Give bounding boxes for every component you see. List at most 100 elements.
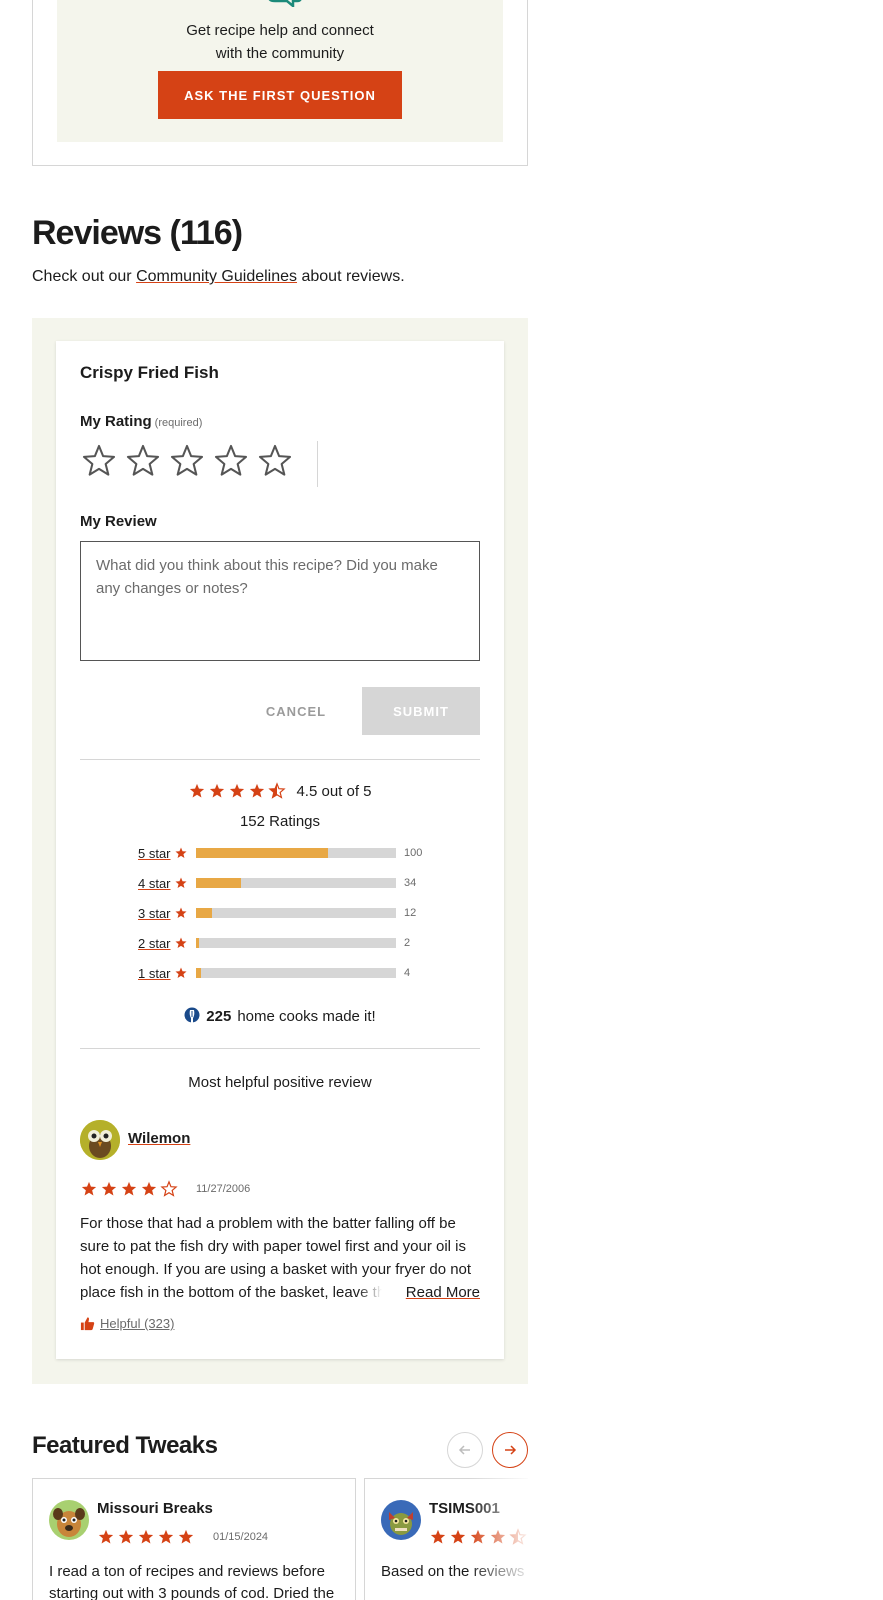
featured-tweaks-title: Featured Tweaks <box>32 1432 218 1459</box>
rating-bar-label[interactable]: 1 star <box>138 966 171 981</box>
star-filled-icon <box>101 1181 117 1196</box>
rating-bar-fill <box>196 878 241 888</box>
star-outline-icon[interactable] <box>124 441 162 481</box>
tweaks-carousel: Missouri Breaks 01/15/2024 I read a ton … <box>32 1478 528 1600</box>
star-outline-icon[interactable] <box>212 441 250 481</box>
star-outline-icon[interactable] <box>80 441 118 481</box>
divider <box>80 1048 480 1049</box>
read-more-link[interactable]: Read More <box>382 1281 480 1304</box>
review-card: Crispy Fried Fish My Rating (required) My… <box>56 341 504 1359</box>
star-filled-icon <box>121 1181 137 1196</box>
star-filled-icon <box>118 1529 134 1544</box>
rating-bar-fill <box>196 968 202 978</box>
tweak-text: I read a ton of recipes and reviews befo… <box>49 1563 335 1600</box>
qa-prompt: Get recipe help and connect with the com… <box>186 22 374 62</box>
star-filled-icon <box>175 937 187 949</box>
arrow-left-icon <box>458 1445 470 1455</box>
carousel-prev-button[interactable] <box>447 1432 483 1468</box>
chat-bubble-icon <box>268 0 302 7</box>
reviews-title: Reviews (116) <box>32 214 243 252</box>
rating-bar-track <box>196 878 396 888</box>
avatar[interactable] <box>49 1500 89 1540</box>
thumbs-up-icon <box>80 1317 95 1331</box>
star-filled-icon <box>210 783 225 798</box>
tweak-date: 01/15/2024 <box>213 1531 269 1543</box>
star-filled-icon <box>178 1529 194 1544</box>
star-outline-icon[interactable] <box>168 441 206 481</box>
rating-bar-row: 3 star 12 <box>138 903 416 923</box>
rating-bar-track <box>196 848 396 858</box>
rating-bar-row: 5 star 100 <box>138 843 422 863</box>
star-filled-icon <box>250 783 265 798</box>
helpful-count: Helpful (323) <box>100 1316 175 1331</box>
average-rating-stars <box>188 782 287 800</box>
ask-question-button[interactable]: ASK THE FIRST QUESTION <box>158 71 402 119</box>
rating-bar-fill <box>196 848 328 858</box>
rating-bar-row: 1 star 4 <box>138 963 410 983</box>
rating-bar-count: 12 <box>404 907 417 919</box>
star-filled-icon <box>190 783 205 798</box>
rating-bar-track <box>196 908 396 918</box>
divider <box>80 759 480 760</box>
most-helpful-heading: Most helpful positive review <box>188 1074 372 1091</box>
star-filled-icon <box>175 907 187 919</box>
rating-bar-count: 2 <box>404 937 411 949</box>
helpful-button[interactable]: Helpful (323) <box>80 1316 174 1331</box>
reviews-guidelines-text: Check out our Community Guidelines about… <box>32 268 405 285</box>
made-it-count: 225 home cooks made it! <box>56 1007 504 1025</box>
rating-bar-track <box>196 938 396 948</box>
qa-panel: Get recipe help and connect with the com… <box>57 0 503 142</box>
star-filled-icon <box>98 1529 114 1544</box>
required-label: (required) <box>154 417 203 429</box>
rating-summary: 4.5 out of 5 <box>56 782 504 800</box>
my-rating-label: My Rating (required) <box>80 413 203 430</box>
rating-bar-row: 2 star 2 <box>138 933 410 953</box>
star-half-icon <box>268 782 287 799</box>
star-empty-icon <box>160 1180 178 1197</box>
avatar[interactable] <box>80 1120 120 1160</box>
review-rating-stars <box>80 1180 178 1198</box>
star-filled-icon <box>138 1529 154 1544</box>
star-outline-icon[interactable] <box>256 441 294 481</box>
rating-bar-fill <box>196 908 212 918</box>
star-filled-icon <box>141 1181 157 1196</box>
rating-stars-input <box>80 441 294 481</box>
rating-bar-fill <box>196 938 199 948</box>
rating-divider <box>317 441 318 487</box>
rating-bar-row: 4 star 34 <box>138 873 416 893</box>
text-fade <box>358 1281 382 1304</box>
ratings-count: 152 Ratings <box>239 813 321 830</box>
community-guidelines-link[interactable]: Community Guidelines <box>136 268 297 285</box>
star-filled-icon <box>430 1529 446 1544</box>
rating-bar-count: 100 <box>404 847 423 859</box>
rating-bar-label[interactable]: 2 star <box>138 936 171 951</box>
star-filled-icon <box>175 967 187 979</box>
review-date: 11/27/2006 <box>196 1183 251 1195</box>
star-filled-icon <box>175 877 187 889</box>
carousel-next-button[interactable] <box>492 1432 528 1468</box>
rating-bar-label[interactable]: 5 star <box>138 846 171 861</box>
carousel-fade <box>468 1478 528 1600</box>
rating-bar-label[interactable]: 3 star <box>138 906 171 921</box>
review-textarea[interactable] <box>80 541 480 661</box>
reviewer-name-link[interactable]: Wilemon <box>128 1130 190 1147</box>
submit-button[interactable]: SUBMIT <box>362 687 480 735</box>
rating-bar-track <box>196 968 396 978</box>
avatar[interactable] <box>381 1500 421 1540</box>
average-rating-text: 4.5 out of 5 <box>296 782 372 800</box>
star-filled-icon <box>230 783 245 798</box>
star-filled-icon <box>450 1529 466 1544</box>
star-filled-icon <box>81 1181 97 1196</box>
star-filled-icon <box>158 1529 174 1544</box>
review-panel: Crispy Fried Fish My Rating (required) My… <box>32 318 528 1384</box>
cancel-button[interactable]: CANCEL <box>246 687 346 735</box>
made-it-icon <box>184 1007 200 1023</box>
star-filled-icon <box>175 847 187 859</box>
my-review-label: My Review <box>80 513 157 530</box>
rating-bar-count: 4 <box>404 967 411 979</box>
arrow-right-icon <box>505 1445 517 1455</box>
tweak-card: Missouri Breaks 01/15/2024 I read a ton … <box>32 1478 356 1600</box>
tweak-author[interactable]: Missouri Breaks <box>97 1500 213 1517</box>
recipe-name: Crispy Fried Fish <box>80 363 219 382</box>
rating-bar-label[interactable]: 4 star <box>138 876 171 891</box>
